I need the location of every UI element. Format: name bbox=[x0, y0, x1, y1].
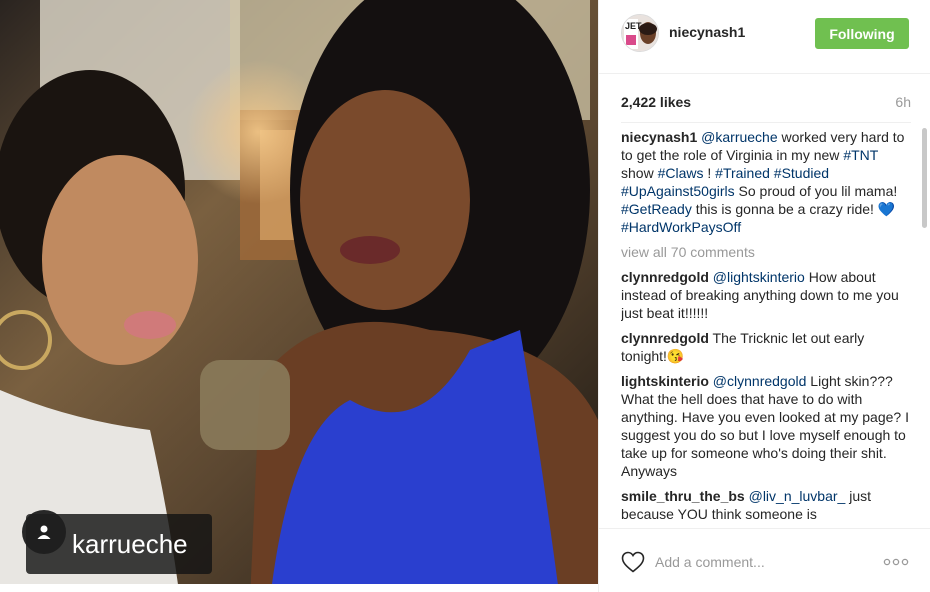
comment: clynnredgold The Tricknic let out early … bbox=[621, 329, 911, 365]
post-header: JET niecynash1 Following bbox=[599, 0, 930, 74]
comment-text: show bbox=[621, 165, 658, 181]
avatar[interactable]: JET bbox=[621, 14, 659, 52]
hashtag-link[interactable]: #Claws bbox=[658, 165, 704, 181]
more-options-icon[interactable] bbox=[883, 555, 909, 569]
post-username[interactable]: niecynash1 bbox=[669, 24, 745, 40]
hashtag-link[interactable]: #UpAgainst50girls bbox=[621, 183, 735, 199]
user-tag-icon bbox=[22, 510, 66, 554]
comment: clynnredgold @lightskinterio How about i… bbox=[621, 268, 911, 322]
comment-username[interactable]: lightskinterio bbox=[621, 373, 709, 389]
hashtag-link[interactable]: #Trained bbox=[715, 165, 770, 181]
post-sidebar: JET niecynash1 Following 2,422 likes 6h … bbox=[598, 0, 930, 592]
post-time[interactable]: 6h bbox=[895, 94, 911, 110]
comment-username[interactable]: smile_thru_the_bs bbox=[621, 488, 745, 504]
comment: niecynash1 @karrueche worked very hard t… bbox=[621, 128, 911, 236]
hashtag-link[interactable]: #Studied bbox=[774, 165, 829, 181]
likes-count[interactable]: 2,422 likes bbox=[621, 94, 691, 110]
tag-username: karrueche bbox=[72, 529, 188, 559]
hashtag-link[interactable]: #GetReady bbox=[621, 201, 692, 217]
view-all-comments-link[interactable]: view all 70 comments bbox=[621, 243, 911, 261]
mention-link[interactable]: @clynnredgold bbox=[713, 373, 807, 389]
mention-link[interactable]: @lightskinterio bbox=[713, 269, 805, 285]
post-stats: 2,422 likes 6h bbox=[621, 92, 911, 112]
scrollbar-thumb[interactable] bbox=[922, 128, 927, 228]
comment-username[interactable]: clynnredgold bbox=[621, 269, 709, 285]
mention-link[interactable]: @karrueche bbox=[701, 129, 777, 145]
add-comment-input[interactable] bbox=[655, 551, 865, 573]
comment-footer bbox=[599, 528, 930, 592]
comment-text: So proud of you lil mama! bbox=[734, 183, 898, 199]
comments-scrollbar[interactable] bbox=[921, 128, 927, 526]
hashtag-link[interactable]: #HardWorkPaysOff bbox=[621, 219, 741, 235]
comments-list[interactable]: niecynash1 @karrueche worked very hard t… bbox=[621, 128, 911, 526]
comment-username[interactable]: niecynash1 bbox=[621, 129, 697, 145]
comment: smile_thru_the_bs @liv_n_luvbar_ just be… bbox=[621, 487, 911, 523]
photo-image bbox=[0, 0, 598, 584]
comment-username[interactable]: clynnredgold bbox=[621, 330, 709, 346]
comment-text: this is gonna be a crazy ride! 💙 bbox=[691, 201, 896, 217]
divider bbox=[621, 122, 911, 123]
user-tag[interactable]: karrueche bbox=[22, 510, 212, 574]
mention-link[interactable]: @liv_n_luvbar_ bbox=[749, 488, 846, 504]
comment-text: ! bbox=[703, 165, 716, 181]
comment: lightskinterio @clynnredgold Light skin?… bbox=[621, 372, 911, 480]
heart-icon[interactable] bbox=[621, 551, 645, 573]
hashtag-link[interactable]: #TNT bbox=[843, 147, 878, 163]
post-photo[interactable]: karrueche bbox=[0, 0, 598, 584]
following-button[interactable]: Following bbox=[815, 18, 909, 49]
